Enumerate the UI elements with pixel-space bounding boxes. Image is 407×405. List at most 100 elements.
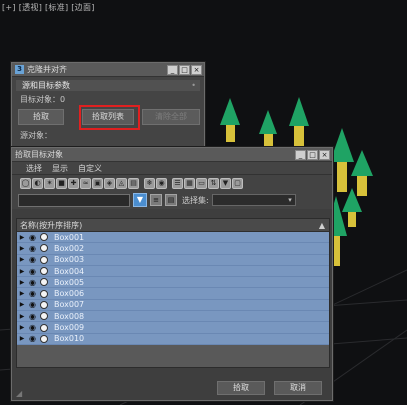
light-filter-icon[interactable]: ✶	[44, 177, 55, 189]
filter-toolbar: ◯ ◐ ✶ ■ ✚ ≈ ▣ ◈ ◬ ▤ ❄ ◉ ☰ ▦ ▭ ⇅ ▼ ▢	[12, 175, 332, 191]
render-icon[interactable]	[40, 233, 48, 242]
render-icon[interactable]	[40, 289, 48, 298]
pick-dialog-title: 拾取目标对象	[15, 150, 63, 159]
pick-dialog-titlebar[interactable]: 拾取目标对象 _ □ ×	[12, 148, 332, 162]
close-button[interactable]: ×	[191, 64, 202, 75]
target-count-label: 目标对象：0	[20, 95, 66, 104]
filter-icon[interactable]: ▼	[133, 193, 147, 207]
shape-filter-icon[interactable]: ◐	[32, 177, 43, 189]
pick-button[interactable]: 拾取	[18, 109, 64, 125]
eye-icon[interactable]: ◉	[156, 177, 167, 189]
pick-confirm-button[interactable]: 拾取	[217, 381, 265, 395]
render-icon[interactable]	[40, 312, 48, 321]
pick-target-dialog: 拾取目标对象 _ □ × 选择 显示 自定义 ◯ ◐ ✶ ■ ✚ ≈ ▣ ◈ ◬…	[11, 147, 333, 401]
rollout-title: 源和目标参数	[22, 81, 70, 90]
render-icon[interactable]	[40, 278, 48, 287]
group-filter-icon[interactable]: ▣	[92, 177, 103, 189]
eye-icon[interactable]: ◉	[27, 323, 38, 332]
eye-icon[interactable]: ◉	[27, 334, 38, 343]
expand-icon[interactable]: ▶	[17, 268, 27, 275]
snowflake-icon[interactable]: ❄	[144, 177, 155, 189]
clone-align-dialog: 3 克隆并对齐 _ □ × 源和目标参数 • 目标对象：0 拾取 拾取列表 清除…	[11, 62, 205, 148]
expand-icon[interactable]: ▶	[17, 301, 27, 308]
cancel-button[interactable]: 取消	[274, 381, 322, 395]
list-item[interactable]: ▶ ◉ Box010	[17, 333, 329, 345]
close-button[interactable]: ×	[319, 149, 330, 160]
list-item[interactable]: ▶ ◉ Box002	[17, 243, 329, 255]
object-list: 名称(按升序排序) ▲ ▶ ◉ Box001 ▶ ◉ Box002 ▶ ◉ Box003 ▶…	[16, 218, 330, 368]
minimize-button[interactable]: _	[295, 149, 306, 160]
clone-dialog-titlebar[interactable]: 3 克隆并对齐 _ □ ×	[12, 63, 204, 77]
sort-ascending-icon[interactable]: ▲	[319, 219, 325, 232]
source-objects-label: 源对象：	[20, 131, 52, 140]
xref-filter-icon[interactable]: ◈	[104, 177, 115, 189]
spacewarp-filter-icon[interactable]: ≈	[80, 177, 91, 189]
eye-icon[interactable]: ◉	[27, 244, 38, 253]
viewport-label[interactable]: [+] [透视] [标准] [边面]	[2, 2, 95, 13]
camera-filter-icon[interactable]: ■	[56, 177, 67, 189]
expand-icon[interactable]: ▶	[17, 279, 27, 286]
menu-select[interactable]: 选择	[26, 162, 42, 174]
eye-icon[interactable]: ◉	[27, 233, 38, 242]
folder-icon[interactable]: ▢	[232, 177, 243, 189]
expand-icon[interactable]: ▶	[17, 335, 27, 342]
maximize-button[interactable]: □	[179, 64, 190, 75]
funnel-icon[interactable]: ▼	[220, 177, 231, 189]
list-item[interactable]: ▶ ◉ Box009	[17, 322, 329, 334]
hierarchy-icon[interactable]: ≡	[150, 194, 162, 206]
eye-icon[interactable]: ◉	[27, 267, 38, 276]
selection-set-dropdown[interactable]: ▾	[211, 194, 296, 206]
maximize-button[interactable]: □	[307, 149, 318, 160]
app-icon: 3	[15, 65, 24, 74]
list-item[interactable]: ▶ ◉ Box003	[17, 254, 329, 266]
geometry-filter-icon[interactable]: ◯	[20, 177, 31, 189]
list-item[interactable]: ▶ ◉ Box001	[17, 232, 329, 244]
container-filter-icon[interactable]: ▤	[128, 177, 139, 189]
expand-icon[interactable]: ▶	[17, 313, 27, 320]
eye-icon[interactable]: ◉	[27, 255, 38, 264]
eye-icon[interactable]: ◉	[27, 312, 38, 321]
search-row: ▼ ≡ ▤ 选择集: ▾	[12, 191, 332, 209]
table-icon[interactable]: ▦	[184, 177, 195, 189]
eye-icon[interactable]: ◉	[27, 278, 38, 287]
eye-icon[interactable]: ◉	[27, 289, 38, 298]
layer-icon[interactable]: ▤	[165, 194, 177, 206]
sort-icon[interactable]: ⇅	[208, 177, 219, 189]
helper-filter-icon[interactable]: ✚	[68, 177, 79, 189]
expand-icon[interactable]: ▶	[17, 290, 27, 297]
rollout-source-target[interactable]: 源和目标参数 •	[16, 80, 200, 91]
bone-filter-icon[interactable]: ◬	[116, 177, 127, 189]
expand-icon[interactable]: ▶	[17, 245, 27, 252]
highlight-box	[79, 105, 140, 130]
render-icon[interactable]	[40, 300, 48, 309]
document-icon[interactable]: ▭	[196, 177, 207, 189]
app-screen: [+] [透视] [标准] [边面] 3 克隆并对齐 _ □ × 源和目标参数 …	[0, 0, 407, 405]
list-item[interactable]: ▶ ◉ Box007	[17, 299, 329, 312]
clear-all-button[interactable]: 清除全部	[142, 109, 200, 125]
list-item[interactable]: ▶ ◉ Box006	[17, 288, 329, 300]
search-input[interactable]	[18, 193, 130, 207]
render-icon[interactable]	[40, 334, 48, 343]
list-header[interactable]: 名称(按升序排序) ▲	[17, 219, 329, 232]
menu-bar: 选择 显示 自定义	[12, 162, 332, 175]
name-column-header: 名称(按升序排序)	[20, 221, 83, 230]
render-icon[interactable]	[40, 267, 48, 276]
rollout-marker: •	[191, 81, 196, 90]
minimize-button[interactable]: _	[167, 64, 178, 75]
render-icon[interactable]	[40, 323, 48, 332]
menu-display[interactable]: 显示	[52, 162, 68, 174]
expand-icon[interactable]: ▶	[17, 234, 27, 241]
list-item[interactable]: ▶ ◉ Box005	[17, 277, 329, 289]
resize-grip-icon[interactable]: ◢	[16, 389, 22, 398]
list-item[interactable]: ▶ ◉ Box004	[17, 265, 329, 278]
list-item[interactable]: ▶ ◉ Box008	[17, 311, 329, 323]
selection-set-label: 选择集:	[182, 195, 209, 205]
list-icon[interactable]: ☰	[172, 177, 183, 189]
render-icon[interactable]	[40, 255, 48, 264]
expand-icon[interactable]: ▶	[17, 324, 27, 331]
expand-icon[interactable]: ▶	[17, 256, 27, 263]
clone-dialog-title: 克隆并对齐	[27, 65, 67, 74]
render-icon[interactable]	[40, 244, 48, 253]
menu-customize[interactable]: 自定义	[78, 162, 102, 174]
eye-icon[interactable]: ◉	[27, 300, 38, 309]
